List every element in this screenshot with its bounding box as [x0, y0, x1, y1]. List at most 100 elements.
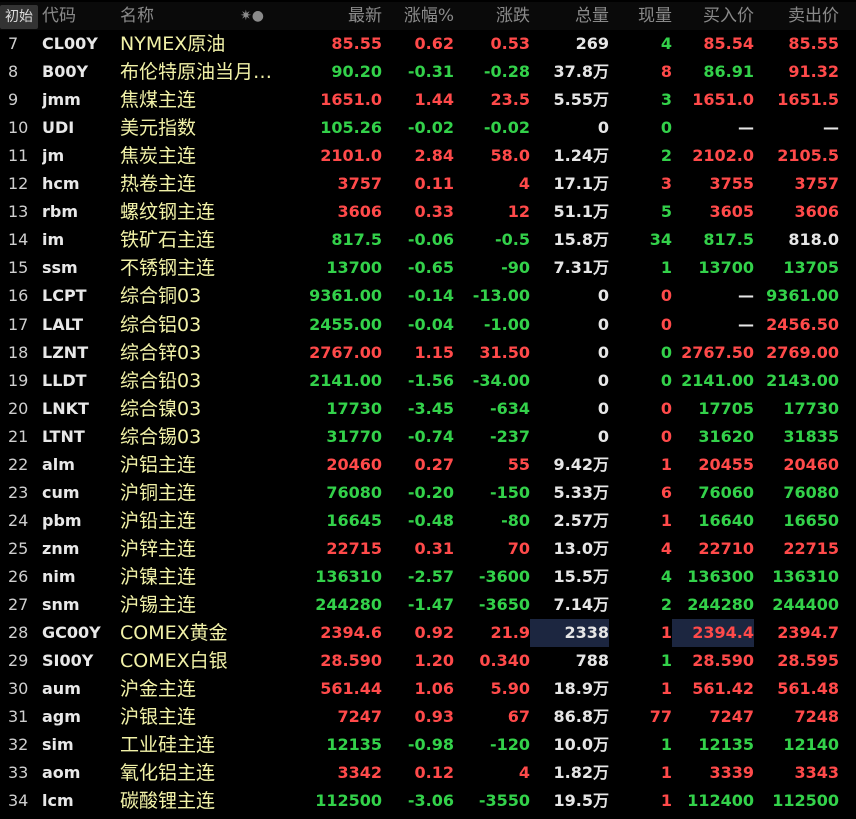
- cell-chg: -237: [489, 426, 530, 446]
- table-row[interactable]: 17 LALT 综合铝03 2455.00 -0.04 -1.00 0 0 — 2456.50: [0, 311, 856, 339]
- cell-bid: 31620: [698, 426, 754, 446]
- cell-cur: 0: [660, 314, 672, 334]
- cell-chg: -3600: [478, 566, 530, 586]
- table-row[interactable]: 15 ssm 不锈钢主连 13700 -0.65 -90 7.31万 1 13700 13705: [0, 254, 856, 282]
- cell-cur: 77: [649, 707, 672, 727]
- cell-ask: 244400: [772, 595, 839, 614]
- table-row[interactable]: 19 LLDT 综合铅03 2141.00 -1.56 -34.00 0 0 2141.00 21…: [0, 367, 856, 395]
- table-row[interactable]: 12 hcm 热卷主连 3757 0.11 4 17.1万 3 3755 3757: [0, 170, 856, 198]
- table-row[interactable]: 24 pbm 沪铅主连 16645 -0.48 -80 2.57万 1 16640 16650: [0, 507, 856, 535]
- table-row[interactable]: 33 aom 氧化铝主连 3342 0.12 4 1.82万 1 3339 3343: [0, 759, 856, 787]
- cell-name: COMEX黄金: [120, 622, 228, 645]
- table-row[interactable]: 29 SI00Y COMEX白银 28.590 1.20 0.340 788 1 28.590 2…: [0, 647, 856, 675]
- cell-chg: 0.53: [490, 34, 530, 53]
- table-row[interactable]: 28 GC00Y COMEX黄金 2394.6 0.92 21.9 2338 1 2394.4 2…: [0, 619, 856, 648]
- cell-ask: —: [823, 118, 839, 138]
- header-pct[interactable]: 涨幅%: [382, 2, 454, 30]
- cell-last: 2101.0: [320, 146, 382, 166]
- column-settings-icon[interactable]: ✷●: [240, 2, 264, 30]
- table-row[interactable]: 8 B00Y 布伦特原油当月… 90.20 -0.31 -0.28 37.8万 8 86.91 9…: [0, 58, 856, 86]
- cell-ask: 20460: [783, 454, 839, 474]
- cell-chg: -0.5: [495, 230, 530, 250]
- cell-pct: -3.45: [407, 398, 454, 418]
- cell-chg: 0.340: [479, 651, 530, 671]
- header-last[interactable]: 最新: [285, 2, 382, 30]
- cell-name: 碳酸锂主连: [120, 790, 216, 813]
- table-row[interactable]: 30 aum 沪金主连 561.44 1.06 5.90 18.9万 1 561.42 561.4…: [0, 675, 856, 703]
- cell-cur: 5: [660, 202, 672, 222]
- cell-last: 2141.00: [309, 370, 382, 390]
- cell-bid: 2767.50: [681, 342, 754, 362]
- table-row[interactable]: 14 im 铁矿石主连 817.5 -0.06 -0.5 15.8万 34 817.5 818.0: [0, 226, 856, 254]
- cell-vol: 15.5万: [553, 566, 609, 586]
- cell-no: 23: [8, 482, 29, 502]
- cell-chg: -90: [501, 258, 530, 278]
- cell-last: 3606: [337, 202, 382, 222]
- table-row[interactable]: 25 znm 沪锌主连 22715 0.31 70 13.0万 4 22710 22715: [0, 535, 856, 563]
- cell-name: 铁矿石主连: [120, 229, 216, 252]
- table-row[interactable]: 26 nim 沪镍主连 136310 -2.57 -3600 15.5万 4 136300 136…: [0, 563, 856, 591]
- cell-ask: 12140: [783, 735, 839, 755]
- header-bid[interactable]: 买入价: [672, 2, 754, 30]
- cell-code: aum: [42, 679, 81, 699]
- table-row[interactable]: 23 cum 沪铜主连 76080 -0.20 -150 5.33万 6 76060 76080: [0, 479, 856, 507]
- cell-pct: -1.56: [407, 370, 454, 390]
- table-row[interactable]: 16 LCPT 综合铜03 9361.00 -0.14 -13.00 0 0 — 9361.00: [0, 282, 856, 310]
- cell-chg: -3550: [478, 791, 530, 811]
- cell-last: 17730: [326, 398, 382, 418]
- table-row[interactable]: 11 jm 焦炭主连 2101.0 2.84 58.0 1.24万 2 2102.0 2105.5: [0, 142, 856, 170]
- cell-no: 21: [8, 426, 29, 446]
- cell-last: 16645: [326, 510, 382, 530]
- cell-bid: 20455: [698, 454, 754, 474]
- cell-name: 综合铝03: [120, 313, 202, 336]
- cell-ask: 2105.5: [777, 146, 839, 166]
- init-button[interactable]: 初始: [0, 5, 38, 29]
- cell-code: jmm: [42, 90, 81, 110]
- table-row[interactable]: 7 CL00Y NYMEX原油 85.55 0.62 0.53 269 4 85.54 85.55: [0, 30, 856, 58]
- table-row[interactable]: 9 jmm 焦煤主连 1651.0 1.44 23.5 5.55万 3 1651.0 1651.5: [0, 86, 856, 114]
- cell-last: 136310: [315, 566, 382, 586]
- table-row[interactable]: 31 agm 沪银主连 7247 0.93 67 86.8万 77 7247 7248: [0, 703, 856, 731]
- header-chg[interactable]: 涨跌: [454, 2, 530, 30]
- cell-vol: 1.82万: [553, 763, 609, 783]
- cell-ask: 2143.00: [766, 370, 839, 390]
- cell-code: pbm: [42, 510, 82, 530]
- cell-vol: 37.8万: [553, 62, 609, 82]
- table-row[interactable]: 27 snm 沪锡主连 244280 -1.47 -3650 7.14万 2 244280 244…: [0, 591, 856, 619]
- cell-no: 24: [8, 510, 29, 530]
- cell-vol: 7.14万: [553, 595, 609, 614]
- cell-code: aom: [42, 763, 81, 783]
- cell-name: 沪铅主连: [120, 509, 197, 532]
- cell-cur: 0: [660, 286, 672, 306]
- cell-no: 32: [8, 735, 29, 755]
- cell-code: znm: [42, 538, 80, 558]
- cell-name: 沪镍主连: [120, 565, 197, 588]
- cell-bid: 28.590: [692, 651, 754, 671]
- table-row[interactable]: 34 lcm 碳酸锂主连 112500 -3.06 -3550 19.5万 1 112400 11…: [0, 787, 856, 815]
- cell-last: 20460: [326, 454, 382, 474]
- cell-no: 13: [8, 202, 29, 222]
- header-ask[interactable]: 卖出价: [754, 2, 839, 30]
- table-row[interactable]: 18 LZNT 综合锌03 2767.00 1.15 31.50 0 0 2767.50 2769…: [0, 339, 856, 367]
- cell-pct: -0.98: [407, 735, 454, 755]
- table-row[interactable]: 20 LNKT 综合镍03 17730 -3.45 -634 0 0 17705 17730: [0, 395, 856, 423]
- cell-name: 焦煤主连: [120, 89, 197, 112]
- table-row[interactable]: 21 LTNT 综合锡03 31770 -0.74 -237 0 0 31620 31835: [0, 423, 856, 451]
- cell-last: 2394.6: [320, 623, 382, 643]
- cell-cur: 0: [660, 342, 672, 362]
- cell-pct: 0.12: [414, 763, 454, 783]
- table-row[interactable]: 10 UDI 美元指数 105.26 -0.02 -0.02 0 0 — —: [0, 114, 856, 142]
- cell-vol: 1.24万: [553, 146, 609, 166]
- header-code[interactable]: 代码: [42, 2, 120, 30]
- table-row[interactable]: 22 alm 沪铝主连 20460 0.27 55 9.42万 1 20455 20460: [0, 451, 856, 479]
- cell-cur: 1: [660, 258, 672, 278]
- header-cur[interactable]: 现量: [609, 2, 672, 30]
- cell-code: hcm: [42, 174, 80, 194]
- cell-name: 综合铜03: [120, 285, 202, 308]
- cell-chg: 55: [507, 454, 530, 474]
- cell-bid: 244280: [687, 595, 754, 614]
- header-vol[interactable]: 总量: [530, 2, 609, 30]
- table-row[interactable]: 13 rbm 螺纹钢主连 3606 0.33 12 51.1万 5 3605 3606: [0, 198, 856, 226]
- table-row[interactable]: 32 sim 工业硅主连 12135 -0.98 -120 10.0万 1 12135 12140: [0, 731, 856, 759]
- cell-vol: 9.42万: [553, 454, 609, 474]
